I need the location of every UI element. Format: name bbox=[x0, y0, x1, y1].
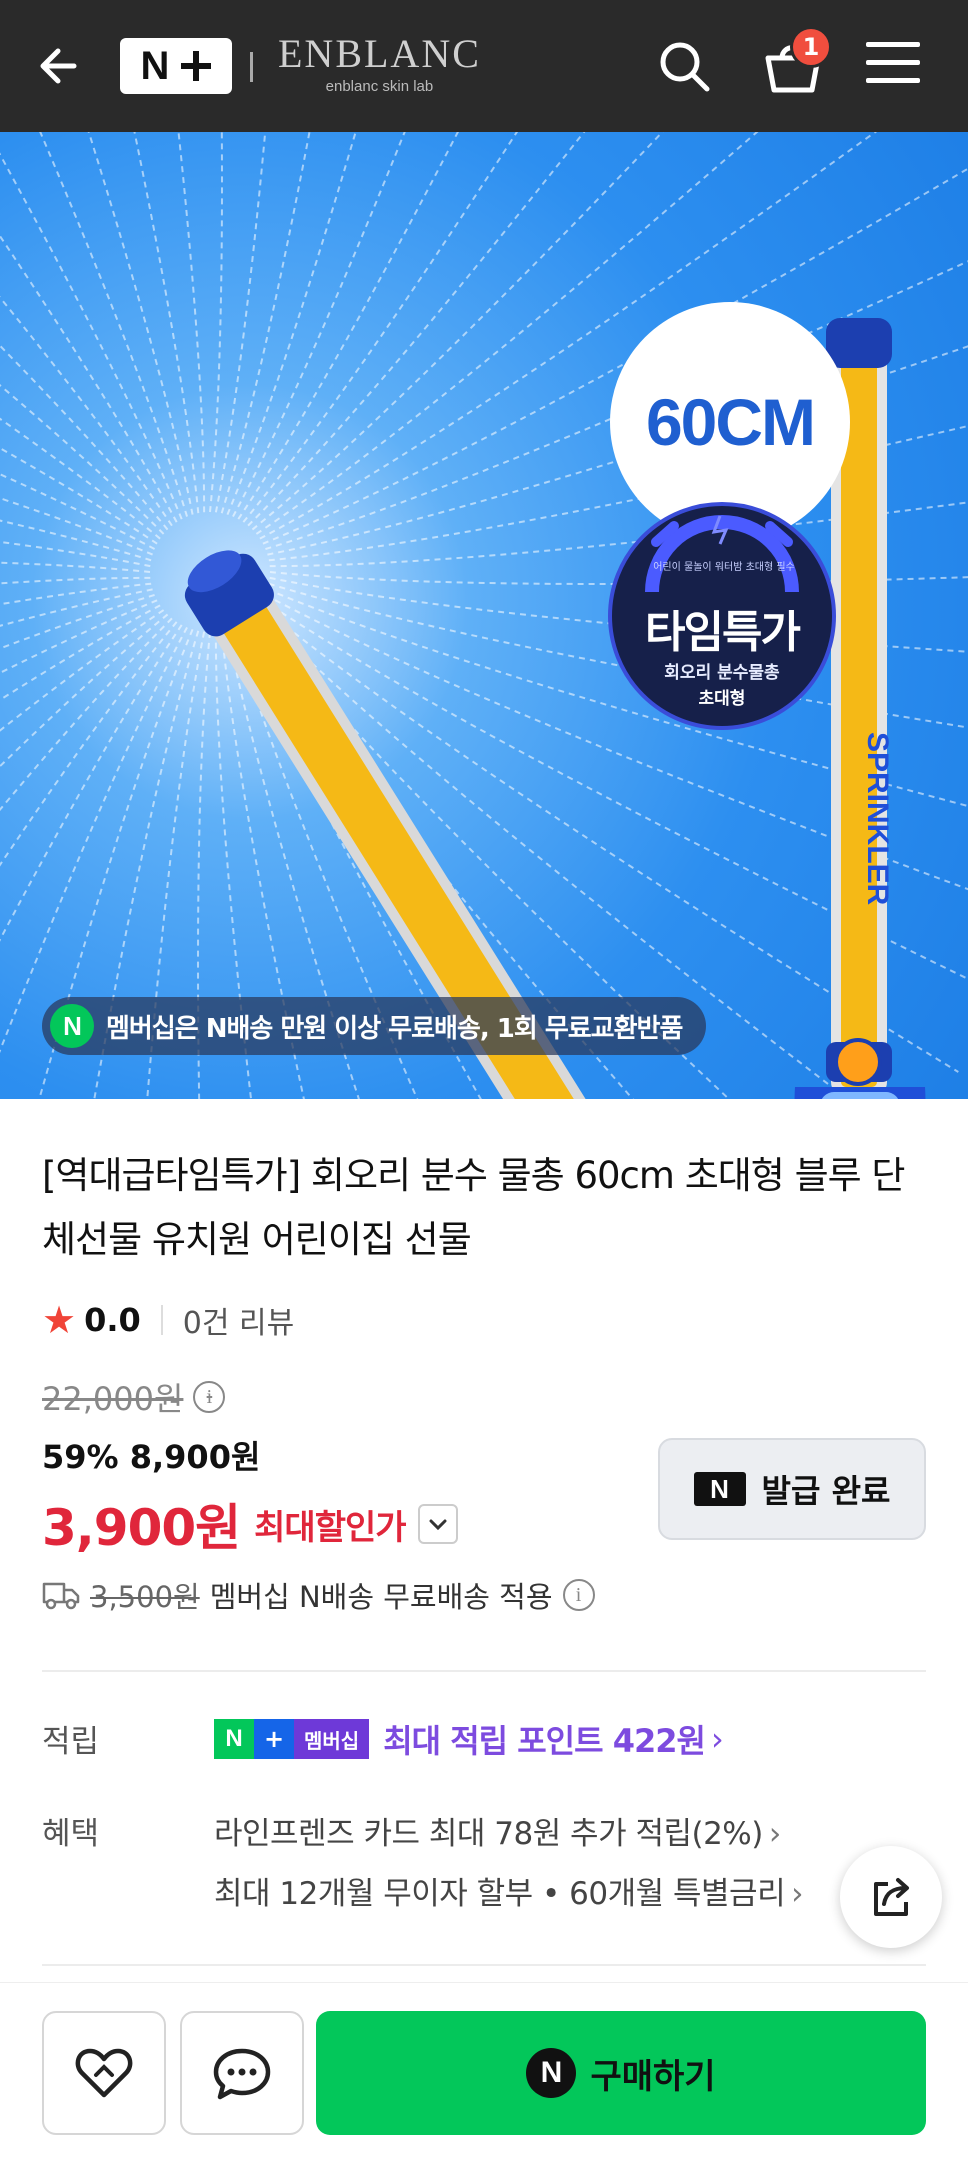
cart-count-badge: 1 bbox=[790, 26, 832, 68]
back-button[interactable] bbox=[30, 36, 90, 96]
spray-line bbox=[0, 582, 152, 606]
search-icon bbox=[660, 42, 710, 92]
rating-divider bbox=[160, 1305, 163, 1335]
benefit-installment[interactable]: 최대 12개월 무이자 할부 • 60개월 특별금리 › bbox=[214, 1868, 804, 1913]
spray-line bbox=[39, 132, 188, 517]
coupon-icon: N bbox=[693, 1472, 746, 1506]
logo-n: N bbox=[140, 43, 170, 88]
nplus-membership-tag: N + 멤버십 bbox=[214, 1719, 370, 1759]
benefit-card-text: 라인프렌즈 카드 최대 78원 추가 적립(2%) bbox=[214, 1816, 763, 1852]
search-button[interactable] bbox=[654, 36, 714, 96]
star-icon: ★ bbox=[42, 1298, 77, 1342]
buy-button-label: 구매하기 bbox=[590, 2056, 716, 2097]
brand-name: ENBLANC bbox=[278, 31, 481, 76]
price-detail-toggle[interactable] bbox=[417, 1504, 458, 1544]
original-price: 22,000원 i bbox=[42, 1374, 226, 1420]
spray-line bbox=[87, 132, 194, 515]
shipping-text: 멤버십 N배송 무료배송 적용 bbox=[209, 1580, 553, 1614]
benefits-label: 혜택 bbox=[42, 1816, 100, 1852]
membership-notice-text: 멤버십은 N배송 만원 이상 무료배송, 1회 무료교환반품 bbox=[106, 1013, 683, 1044]
buy-button[interactable]: N 구매하기 bbox=[316, 2011, 926, 2135]
plus-icon bbox=[181, 51, 212, 81]
tag-n: N bbox=[214, 1719, 254, 1759]
spray-line bbox=[0, 519, 152, 562]
info-icon[interactable]: i bbox=[193, 1381, 226, 1413]
chevron-right-icon: › bbox=[710, 1720, 724, 1758]
tag-membership: 멤버십 bbox=[294, 1719, 370, 1759]
rating-score: 0.0 bbox=[84, 1301, 141, 1339]
naver-n-icon: N bbox=[50, 1004, 94, 1048]
spray-line bbox=[133, 132, 200, 514]
max-discount-value: 3,900원 bbox=[42, 1499, 241, 1557]
menu-line bbox=[866, 42, 920, 47]
discount-price: 59% 8,900원 bbox=[42, 1438, 261, 1476]
product-title: [역대급타임특가] 회오리 분수 물총 60cm 초대형 블루 단체선물 유치원… bbox=[42, 1154, 905, 1261]
spray-line bbox=[0, 344, 169, 531]
tag-plus: + bbox=[254, 1719, 294, 1759]
coupon-status: 발급 완료 bbox=[761, 1472, 891, 1510]
time-badge-subtitle-2: 초대형 bbox=[698, 689, 746, 709]
alarm-clock-icon bbox=[645, 515, 799, 592]
review-count[interactable]: 0건 리뷰 bbox=[183, 1298, 294, 1342]
spray-line bbox=[209, 132, 223, 513]
menu-button[interactable] bbox=[866, 42, 920, 88]
chat-bubble-icon bbox=[213, 2048, 271, 2100]
truck-icon bbox=[42, 1582, 80, 1610]
spray-line bbox=[220, 132, 311, 514]
coupon-issued-button[interactable]: N 발급 완료 bbox=[658, 1438, 926, 1540]
section-divider bbox=[42, 1670, 926, 1672]
benefit-installment-text: 최대 12개월 무이자 할부 • 60개월 특별금리 bbox=[214, 1876, 786, 1912]
points-text: 최대 적립 포인트 422원 bbox=[383, 1722, 706, 1760]
shipping-info: 3,500원 멤버십 N배송 무료배송 적용 i bbox=[42, 1574, 595, 1616]
header-divider bbox=[250, 52, 253, 82]
bottom-action-bar: N 구매하기 bbox=[0, 1982, 968, 2163]
time-badge-arc-text: 어린이 물놀이 워터밤 초대형 필수 bbox=[653, 562, 795, 573]
time-sale-badge: 어린이 물놀이 워터밤 초대형 필수 타임특가 회오리 분수물총 초대형 bbox=[608, 502, 836, 730]
time-badge-subtitle: 회오리 분수물총 bbox=[664, 663, 780, 683]
menu-line bbox=[866, 78, 920, 83]
menu-line bbox=[866, 60, 920, 65]
brand-logo[interactable]: ENBLANC enblanc skin lab bbox=[278, 31, 481, 96]
rating-summary[interactable]: ★ 0.0 0건 리뷰 bbox=[42, 1296, 294, 1344]
spray-line bbox=[214, 132, 267, 513]
shipping-old-fee: 3,500원 bbox=[90, 1580, 200, 1614]
nplus-store-logo[interactable]: N bbox=[120, 38, 232, 94]
chevron-right-icon: › bbox=[791, 1876, 804, 1912]
arrow-left-icon bbox=[40, 48, 77, 84]
chevron-right-icon: › bbox=[768, 1816, 781, 1852]
points-row[interactable]: N + 멤버십 최대 적립 포인트 422원 › bbox=[214, 1716, 724, 1762]
spray-line bbox=[0, 594, 155, 650]
max-discount-label: 최대할인가 bbox=[254, 1507, 406, 1548]
spray-line bbox=[0, 588, 153, 627]
benefit-card[interactable]: 라인프렌즈 카드 최대 78원 추가 적립(2%) › bbox=[214, 1808, 781, 1853]
time-badge-title: 타임특가 bbox=[645, 607, 801, 658]
product-image[interactable]: SPRINKLER 60CM 어린이 물놀이 워터밤 초대형 필수 타임특가 회… bbox=[0, 132, 968, 1099]
points-label: 적립 bbox=[42, 1724, 100, 1760]
share-icon bbox=[874, 1878, 909, 1916]
svg-text:SPRINKLER: SPRINKLER bbox=[861, 732, 894, 906]
heart-icon bbox=[75, 2048, 133, 2098]
talk-talk-button[interactable] bbox=[180, 2011, 304, 2135]
spray-line bbox=[0, 599, 158, 675]
share-button[interactable] bbox=[840, 1846, 942, 1948]
wishlist-button[interactable] bbox=[42, 2011, 166, 2135]
spray-line bbox=[0, 497, 153, 556]
spray-line bbox=[0, 417, 161, 540]
spray-line bbox=[0, 384, 165, 535]
max-discount-price: 3,900원 최대할인가 bbox=[42, 1488, 458, 1560]
section-divider bbox=[42, 1964, 926, 1966]
naver-pay-icon: N bbox=[526, 2048, 577, 2098]
brand-subtitle: enblanc skin lab bbox=[325, 78, 434, 95]
membership-notice[interactable]: N 멤버십은 N배송 만원 이상 무료배송, 1회 무료교환반품 bbox=[42, 997, 707, 1055]
chevron-down-icon bbox=[429, 1519, 447, 1531]
info-icon[interactable]: i bbox=[562, 1579, 595, 1611]
spray-line bbox=[232, 132, 406, 518]
top-header: N ENBLANC enblanc skin lab 1 bbox=[0, 0, 968, 132]
spray-line bbox=[0, 152, 183, 520]
original-price-value: 22,000원 bbox=[42, 1380, 184, 1418]
